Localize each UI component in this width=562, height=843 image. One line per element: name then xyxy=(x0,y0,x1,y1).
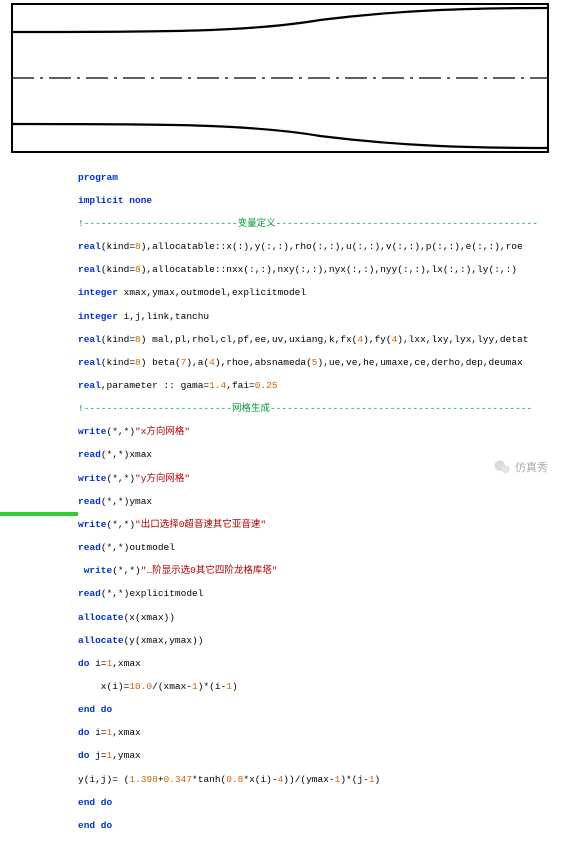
wechat-icon xyxy=(493,458,511,476)
kw-implicit: implicit none xyxy=(78,195,152,206)
sep-meshgen: !--------------------------网格生成---------… xyxy=(78,403,552,415)
code-listing: program implicit none !-----------------… xyxy=(78,160,552,843)
watermark-text: 仿真秀 xyxy=(515,459,548,475)
watermark: 仿真秀 xyxy=(493,458,548,476)
progress-bar xyxy=(0,512,78,516)
kw-program: program xyxy=(78,172,118,183)
nozzle-diagram xyxy=(10,2,550,154)
sep-vardef: !---------------------------变量定义--------… xyxy=(78,218,552,230)
